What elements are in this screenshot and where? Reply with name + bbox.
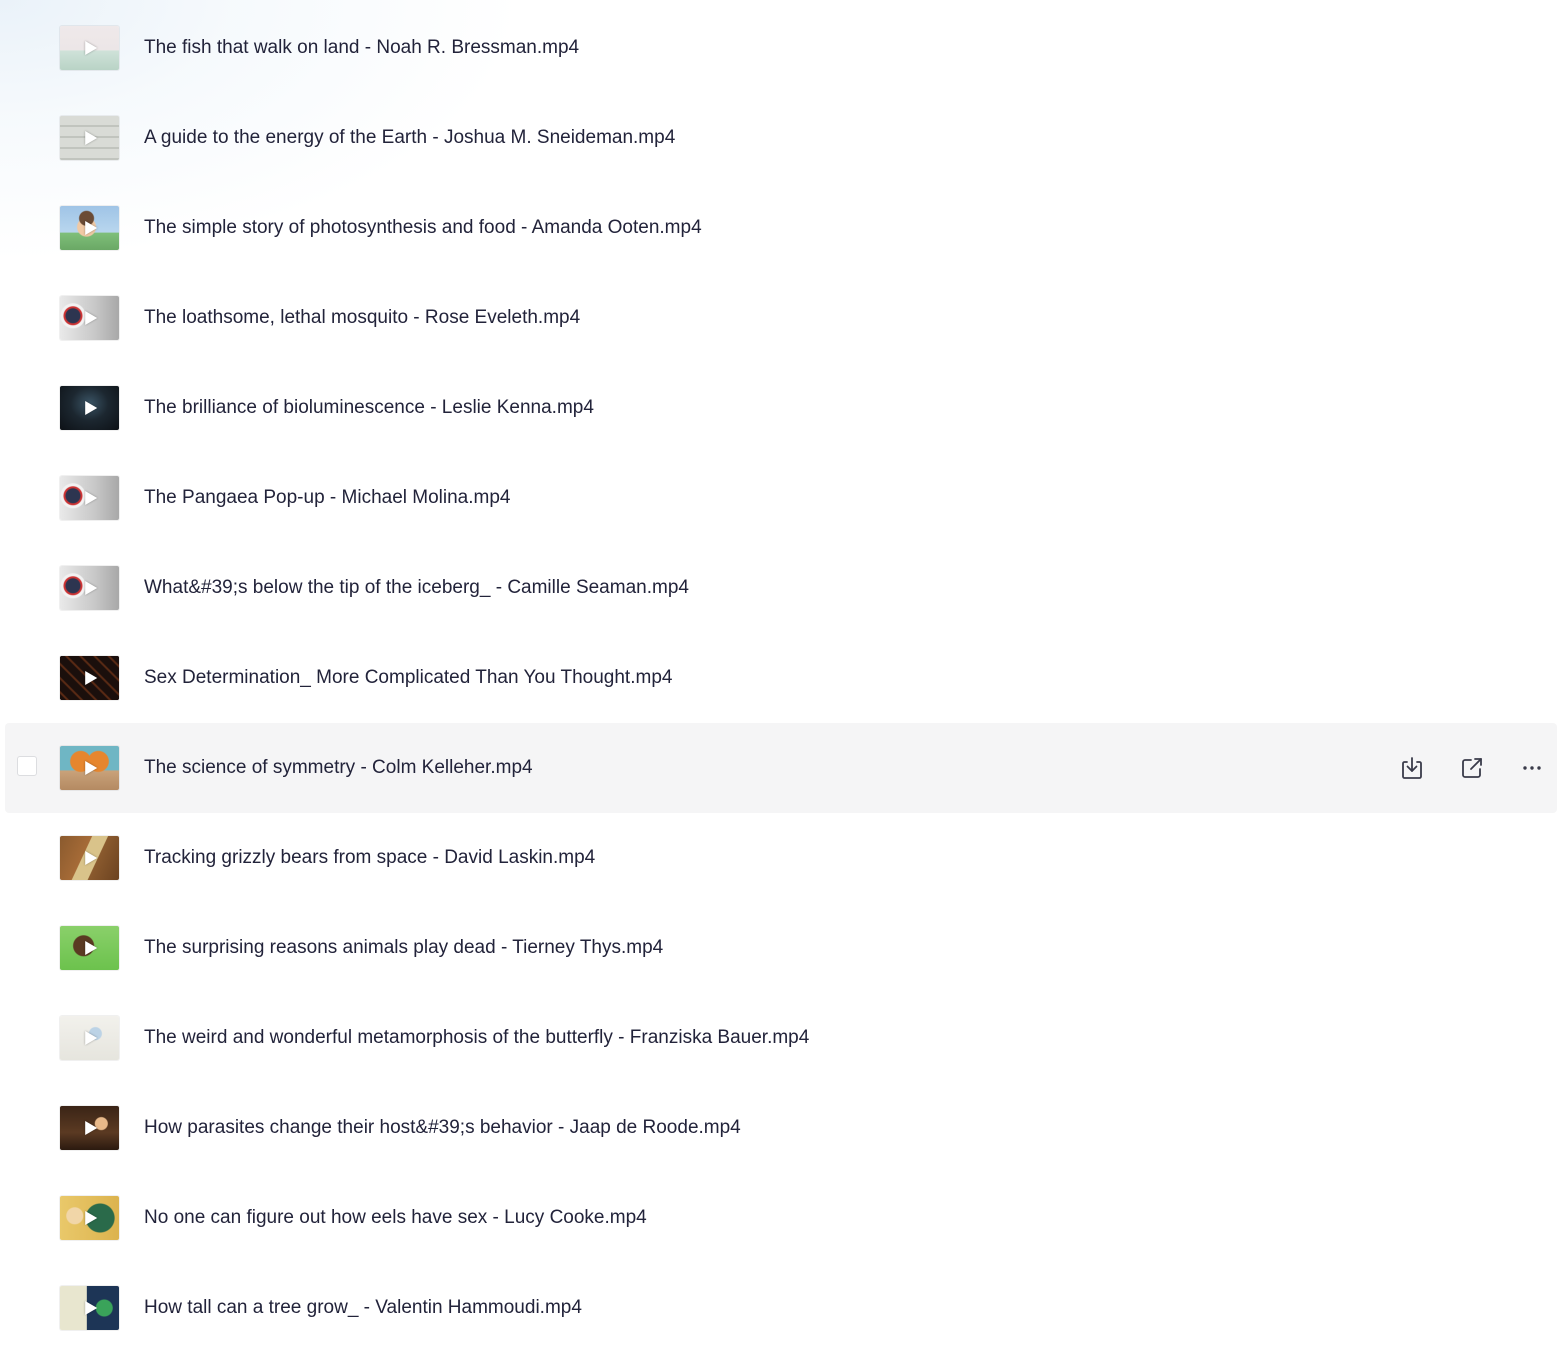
play-icon bbox=[84, 761, 97, 775]
play-icon bbox=[84, 1211, 97, 1225]
file-row[interactable]: The science of symmetry - Colm Kelleher.… bbox=[5, 723, 1557, 813]
play-icon bbox=[84, 1301, 97, 1315]
play-icon bbox=[84, 851, 97, 865]
file-row[interactable]: The loathsome, lethal mosquito - Rose Ev… bbox=[5, 273, 1557, 363]
file-list: The fish that walk on land - Noah R. Bre… bbox=[5, 3, 1557, 1353]
play-icon bbox=[84, 491, 97, 505]
file-row[interactable]: A guide to the energy of the Earth - Jos… bbox=[5, 93, 1557, 183]
video-thumbnail[interactable] bbox=[60, 746, 119, 790]
file-row[interactable]: The surprising reasons animals play dead… bbox=[5, 903, 1557, 993]
file-name[interactable]: What&#39;s below the tip of the iceberg_… bbox=[144, 577, 689, 599]
video-thumbnail[interactable] bbox=[60, 206, 119, 250]
video-thumbnail[interactable] bbox=[60, 656, 119, 700]
video-thumbnail[interactable] bbox=[60, 566, 119, 610]
file-name[interactable]: The Pangaea Pop-up - Michael Molina.mp4 bbox=[144, 487, 510, 509]
play-icon bbox=[84, 221, 97, 235]
video-thumbnail[interactable] bbox=[60, 296, 119, 340]
video-thumbnail[interactable] bbox=[60, 1196, 119, 1240]
file-row[interactable]: The weird and wonderful metamorphosis of… bbox=[5, 993, 1557, 1083]
row-checkbox[interactable] bbox=[17, 756, 37, 776]
video-thumbnail[interactable] bbox=[60, 1016, 119, 1060]
file-name[interactable]: How parasites change their host&#39;s be… bbox=[144, 1117, 741, 1139]
file-name[interactable]: The simple story of photosynthesis and f… bbox=[144, 217, 702, 239]
video-thumbnail[interactable] bbox=[60, 1286, 119, 1330]
file-row[interactable]: What&#39;s below the tip of the iceberg_… bbox=[5, 543, 1557, 633]
video-thumbnail[interactable] bbox=[60, 926, 119, 970]
file-name[interactable]: The brilliance of bioluminescence - Lesl… bbox=[144, 397, 594, 419]
more-horizontal-icon[interactable] bbox=[1518, 754, 1546, 782]
file-name[interactable]: A guide to the energy of the Earth - Jos… bbox=[144, 127, 675, 149]
play-icon bbox=[84, 941, 97, 955]
play-icon bbox=[84, 671, 97, 685]
file-name[interactable]: The fish that walk on land - Noah R. Bre… bbox=[144, 37, 579, 59]
video-thumbnail[interactable] bbox=[60, 836, 119, 880]
play-icon bbox=[84, 581, 97, 595]
video-thumbnail[interactable] bbox=[60, 116, 119, 160]
external-link-icon[interactable] bbox=[1458, 754, 1486, 782]
file-row[interactable]: Tracking grizzly bears from space - Davi… bbox=[5, 813, 1557, 903]
download-icon[interactable] bbox=[1398, 754, 1426, 782]
play-icon bbox=[84, 1121, 97, 1135]
play-icon bbox=[84, 1031, 97, 1045]
file-row[interactable]: The Pangaea Pop-up - Michael Molina.mp4 bbox=[5, 453, 1557, 543]
file-name[interactable]: The weird and wonderful metamorphosis of… bbox=[144, 1027, 809, 1049]
file-row[interactable]: How parasites change their host&#39;s be… bbox=[5, 1083, 1557, 1173]
file-name[interactable]: How tall can a tree grow_ - Valentin Ham… bbox=[144, 1297, 582, 1319]
file-row[interactable]: The fish that walk on land - Noah R. Bre… bbox=[5, 3, 1557, 93]
video-thumbnail[interactable] bbox=[60, 386, 119, 430]
file-name[interactable]: Tracking grizzly bears from space - Davi… bbox=[144, 847, 595, 869]
play-icon bbox=[84, 131, 97, 145]
file-row[interactable]: The simple story of photosynthesis and f… bbox=[5, 183, 1557, 273]
file-row[interactable]: How tall can a tree grow_ - Valentin Ham… bbox=[5, 1263, 1557, 1353]
video-thumbnail[interactable] bbox=[60, 26, 119, 70]
play-icon bbox=[84, 401, 97, 415]
video-thumbnail[interactable] bbox=[60, 1106, 119, 1150]
file-name[interactable]: The loathsome, lethal mosquito - Rose Ev… bbox=[144, 307, 580, 329]
video-thumbnail[interactable] bbox=[60, 476, 119, 520]
file-name[interactable]: The science of symmetry - Colm Kelleher.… bbox=[144, 757, 533, 779]
file-name[interactable]: The surprising reasons animals play dead… bbox=[144, 937, 663, 959]
file-row[interactable]: Sex Determination_ More Complicated Than… bbox=[5, 633, 1557, 723]
play-icon bbox=[84, 311, 97, 325]
file-name[interactable]: Sex Determination_ More Complicated Than… bbox=[144, 667, 672, 689]
file-row[interactable]: The brilliance of bioluminescence - Lesl… bbox=[5, 363, 1557, 453]
play-icon bbox=[84, 41, 97, 55]
file-name[interactable]: No one can figure out how eels have sex … bbox=[144, 1207, 647, 1229]
file-row[interactable]: No one can figure out how eels have sex … bbox=[5, 1173, 1557, 1263]
file-browser-page: The fish that walk on land - Noah R. Bre… bbox=[0, 0, 1557, 1360]
